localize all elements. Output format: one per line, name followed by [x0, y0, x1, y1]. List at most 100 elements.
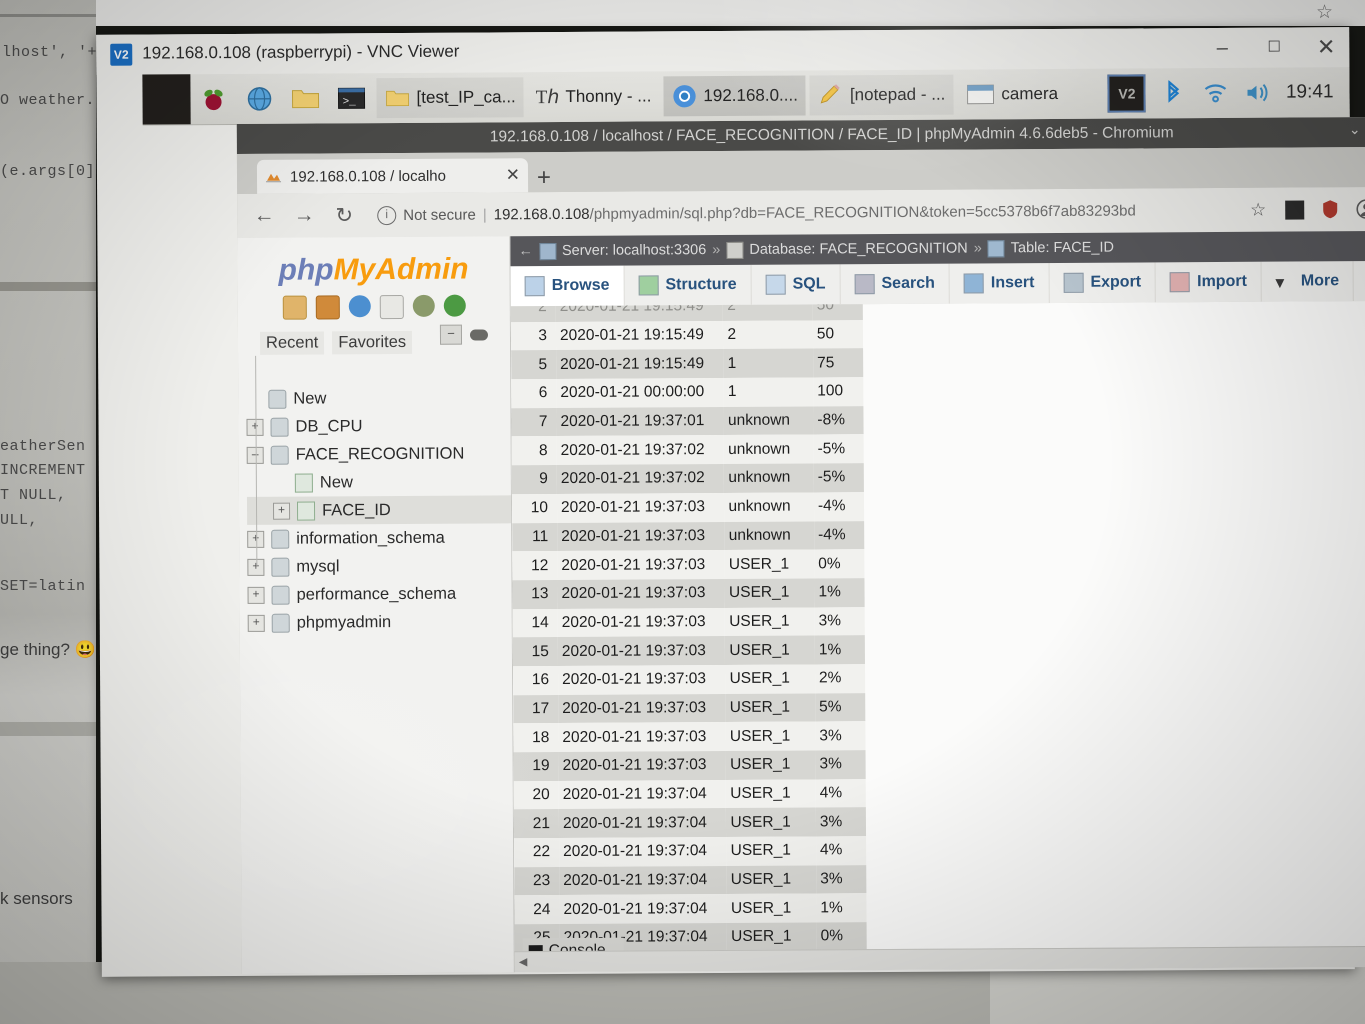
bg-ui-line: k sensors [0, 889, 73, 908]
tree-item-performance_schema[interactable]: + performance_schema [247, 579, 511, 609]
tab-structure[interactable]: Structure [624, 264, 752, 306]
taskbar-window-thonny[interactable]: Tℎ Thonny - ... [528, 76, 660, 117]
tab-favorites[interactable]: Favorites [332, 330, 413, 355]
docs-icon[interactable] [348, 295, 371, 318]
table-row[interactable]: 24 2020-01-21 19:37:04 USER_1 1% [514, 893, 867, 925]
cell-user: unknown [728, 440, 791, 458]
tab-label: Browse [551, 276, 610, 295]
vnc-minimize-button[interactable]: – [1205, 36, 1239, 60]
database-icon [726, 241, 744, 259]
info-circle-icon[interactable]: i [377, 205, 397, 225]
tree-item-new[interactable]: New [247, 467, 511, 497]
sql-docs-icon[interactable] [379, 294, 404, 320]
table-row[interactable]: 15 2020-01-21 19:37:03 USER_1 1% [512, 635, 865, 667]
table-row[interactable]: 19 2020-01-21 19:37:03 USER_1 3% [513, 750, 866, 781]
new-tab-button[interactable]: + [537, 164, 551, 192]
browser-tab[interactable]: 192.168.0.108 / localho ✕ [256, 158, 529, 194]
bg-ui-line: ge thing? 😃 [0, 640, 96, 659]
shield-icon[interactable] [1315, 194, 1345, 224]
reload-button[interactable]: ↻ [327, 198, 361, 232]
profile-icon[interactable] [1351, 194, 1365, 224]
table-row[interactable]: 6 2020-01-21 00:00:00 1 100 [511, 377, 864, 409]
table-row[interactable]: 3 2020-01-21 19:15:49 2 50 [510, 319, 864, 351]
phpmyadmin-logo[interactable]: phpMyAdmin [237, 236, 509, 288]
table-row[interactable]: 10 2020-01-21 19:37:03 unknown -4% [511, 491, 865, 523]
page-horizontal-scrollbar[interactable]: ◀ ▶ [514, 945, 1365, 973]
table-row[interactable]: 9 2020-01-21 19:37:02 unknown -5% [511, 463, 864, 495]
taskbar-window-notepad[interactable]: [notepad - ... [809, 74, 954, 116]
table-row[interactable]: 23 2020-01-21 19:37:04 USER_1 3% [514, 864, 867, 896]
tab-insert[interactable]: Insert [949, 263, 1050, 304]
terminal-icon[interactable]: >_ [328, 73, 374, 123]
cell-id: 9 [539, 470, 548, 488]
table-row[interactable]: 16 2020-01-21 19:37:03 USER_1 2% [512, 664, 866, 695]
tab-export[interactable]: Export [1049, 262, 1157, 304]
scroll-left-arrow[interactable]: ◀ [519, 955, 528, 968]
expand-icon[interactable]: + [272, 502, 291, 520]
tree-item-mysql[interactable]: +mysql [247, 551, 511, 581]
close-icon[interactable]: ✕ [506, 165, 520, 185]
settings-icon[interactable] [412, 294, 435, 317]
chevron-down-icon: ▾ [1275, 274, 1284, 292]
notepad-icon [821, 84, 841, 104]
tab-import[interactable]: Import [1155, 261, 1263, 303]
vnc-maximize-button[interactable]: ☐ [1257, 36, 1291, 60]
tab-search[interactable]: Search [840, 263, 950, 305]
globe-browser-icon[interactable] [236, 74, 282, 124]
collapse-icon[interactable]: − [439, 324, 463, 345]
forward-button[interactable]: → [287, 198, 321, 232]
tree-item-face_id[interactable]: + FACE_ID [246, 495, 512, 525]
taskbar-window-camera[interactable]: camera [957, 74, 1066, 115]
home-icon[interactable] [282, 295, 307, 320]
table-row[interactable]: 18 2020-01-21 19:37:03 USER_1 3% [513, 721, 866, 753]
tree-item-face_recognition[interactable]: –FACE_RECOGNITION [246, 439, 511, 469]
table-row[interactable]: 13 2020-01-21 19:37:03 USER_1 1% [512, 578, 865, 609]
table-row[interactable]: 21 2020-01-21 19:37:04 USER_1 3% [513, 807, 867, 839]
taskbar-clock[interactable]: 19:41 [1286, 81, 1334, 103]
breadcrumb-database[interactable]: Database: FACE_RECOGNITION [749, 241, 967, 258]
star-icon[interactable]: ☆ [1243, 195, 1273, 225]
table-row[interactable]: 5 2020-01-21 19:15:49 1 75 [511, 348, 864, 380]
bluetooth-icon[interactable] [1160, 79, 1188, 107]
vnc-close-button[interactable]: ✕ [1309, 34, 1343, 59]
reload-icon[interactable] [443, 294, 466, 317]
pi-menu-button[interactable] [142, 74, 191, 125]
raspberry-icon[interactable] [190, 74, 236, 124]
breadcrumb-server[interactable]: Server: localhost:3306 [562, 242, 706, 259]
extension-icon[interactable] [1279, 194, 1309, 224]
taskbar-window-test-ip[interactable]: [test_IP_ca... [376, 77, 524, 119]
tree-item-information_schema[interactable]: +information_schema [247, 523, 511, 553]
table-row[interactable]: 20 2020-01-21 19:37:04 USER_1 4% [513, 778, 866, 810]
table-row[interactable]: 14 2020-01-21 19:37:03 USER_1 3% [512, 606, 865, 638]
table-row[interactable]: 8 2020-01-21 19:37:02 unknown -5% [511, 434, 864, 466]
tab-sql[interactable]: SQL [751, 264, 841, 305]
bg-code-line: eatherSen [0, 438, 86, 455]
tab-more[interactable]: ▾ More [1261, 261, 1355, 302]
tab-browse[interactable]: Browse [510, 265, 625, 307]
logout-icon[interactable] [315, 295, 340, 320]
tree-item-phpmyadmin[interactable]: + phpmyadmin [247, 607, 512, 637]
tab-recent[interactable]: Recent [259, 331, 325, 355]
breadcrumb-back-arrow[interactable]: ← [518, 243, 533, 259]
table-row[interactable]: 12 2020-01-21 19:37:03 USER_1 0% [512, 549, 865, 581]
expand-icon[interactable]: + [247, 586, 265, 604]
back-button[interactable]: ← [247, 199, 281, 233]
breadcrumb-table[interactable]: Table: FACE_ID [1011, 240, 1114, 257]
address-bar[interactable]: i Not secure | 192.168.0.108/phpmyadmin/… [367, 195, 1237, 230]
chromium-minimize-button[interactable]: ⌄ [1345, 121, 1365, 138]
tree-item-db_cpu[interactable]: +DB_CPU [246, 411, 510, 441]
table-row[interactable]: 7 2020-01-21 19:37:01 unknown -8% [511, 405, 864, 437]
file-manager-icon[interactable] [282, 73, 328, 123]
volume-icon[interactable] [1244, 79, 1272, 107]
vnc-tray-icon[interactable]: V2 [1107, 74, 1147, 113]
link-icon[interactable] [469, 328, 489, 341]
cell-user: 1 [727, 383, 737, 401]
tree-item-new[interactable]: New [246, 383, 510, 413]
wifi-icon[interactable] [1202, 79, 1230, 107]
table-row[interactable]: 17 2020-01-21 19:37:03 USER_1 5% [513, 692, 866, 724]
table-row[interactable]: 22 2020-01-21 19:37:04 USER_1 4% [514, 836, 867, 868]
expand-icon[interactable]: + [247, 614, 265, 632]
taskbar-window-chromium[interactable]: 192.168.0.... [663, 75, 807, 117]
taskbar-window-label: [test_IP_ca... [416, 87, 516, 107]
table-row[interactable]: 11 2020-01-21 19:37:03 unknown -4% [512, 520, 865, 552]
